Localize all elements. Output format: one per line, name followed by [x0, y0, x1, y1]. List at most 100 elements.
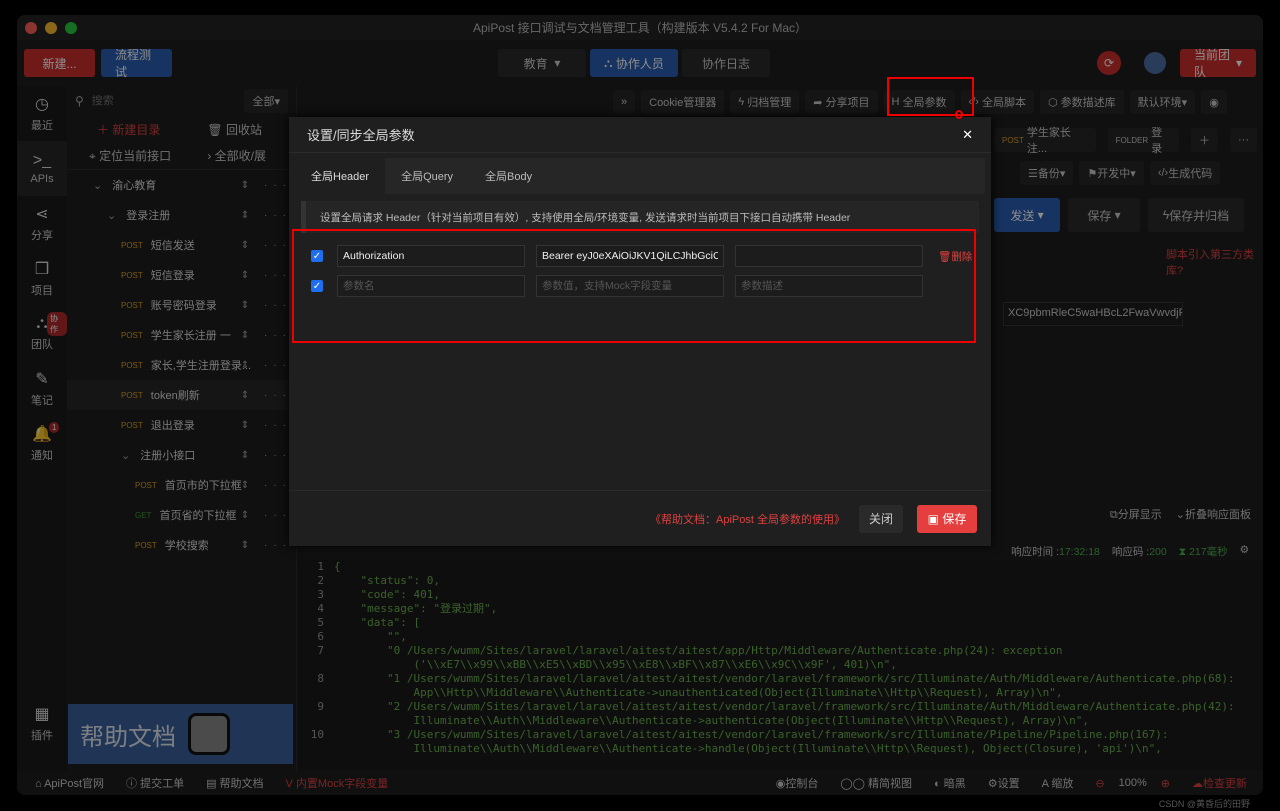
- subbar-button-4[interactable]: H 全局参数: [883, 90, 955, 114]
- help-banner[interactable]: 帮助文档: [68, 704, 293, 764]
- param-name-input[interactable]: [337, 245, 525, 267]
- delete-param-button[interactable]: 🗑删除: [938, 249, 972, 264]
- tree-api-item[interactable]: GET 首页省的下拉框 ⇕ ···: [67, 500, 296, 530]
- close-button[interactable]: 关闭: [859, 504, 903, 533]
- rail-item-bell[interactable]: 🔔 通知 1: [17, 416, 67, 471]
- tree-search-input[interactable]: [91, 95, 245, 107]
- rail-item-grid[interactable]: ▦ 插件: [17, 696, 67, 751]
- tree-api-item[interactable]: POST 账号密码登录 ⇕ ···: [67, 290, 296, 320]
- rail-item-clock[interactable]: ◷ 最近: [17, 86, 67, 141]
- collab-log-button[interactable]: 协作日志: [682, 49, 770, 77]
- param-name-input[interactable]: [337, 275, 525, 297]
- tab-request[interactable]: POST 学生家长注...: [994, 127, 1096, 155]
- project-select[interactable]: 教育 ▾: [498, 49, 586, 77]
- sort-more-icons[interactable]: ⇕ ···: [241, 540, 292, 551]
- dev-status-select[interactable]: ⚑ 开发中 ▾: [1079, 161, 1144, 185]
- fold-response-button[interactable]: ⌄折叠响应面板: [1176, 506, 1251, 522]
- simple-view-toggle[interactable]: ◯◯ 精简视图: [840, 775, 912, 791]
- subbar-button-2[interactable]: ϟ 归档管理: [730, 90, 800, 114]
- rail-item-edit[interactable]: ✎ 笔记: [17, 361, 67, 416]
- tree-api-item[interactable]: POST 退出登录 ⇕ ···: [67, 410, 296, 440]
- param-enabled-checkbox[interactable]: ✓: [311, 250, 323, 262]
- sort-more-icons[interactable]: ⇕ ···: [241, 300, 292, 311]
- param-value-input[interactable]: [536, 245, 724, 267]
- mock-link[interactable]: V 内置Mock字段变量: [286, 775, 389, 791]
- maximize-window-button[interactable]: [65, 21, 77, 34]
- script-library-link[interactable]: 脚本引入第三方类库?: [1166, 246, 1263, 278]
- avatar[interactable]: [1144, 52, 1166, 74]
- tab-global-header[interactable]: 全局Header: [295, 158, 386, 194]
- split-view-button[interactable]: ⧉分屏显示: [1110, 506, 1162, 522]
- subbar-button-1[interactable]: Cookie管理器: [641, 90, 725, 114]
- tree-folder[interactable]: ⌄ 渝心教育 ⇕ ···: [67, 170, 296, 200]
- tree-folder[interactable]: ⌄ 注册小接口 ⇕ ···: [67, 440, 296, 470]
- ticket-link[interactable]: ⓘ 提交工单: [126, 775, 184, 791]
- new-dir-button[interactable]: ＋ 新建目录: [97, 121, 160, 138]
- subbar-button-7[interactable]: 默认环境 ▾: [1129, 90, 1196, 114]
- param-desc-input[interactable]: [735, 245, 923, 267]
- collaborators-button[interactable]: ⛬ 协作人员: [590, 49, 678, 77]
- tab-global-query[interactable]: 全局Query: [385, 158, 469, 194]
- sort-more-icons[interactable]: ⇕ ···: [241, 240, 292, 251]
- close-window-button[interactable]: [25, 21, 37, 34]
- filter-select[interactable]: 全部 ▾: [244, 89, 288, 113]
- tree-api-item[interactable]: POST 学生家长注册 一 ⇕ ···: [67, 320, 296, 350]
- response-settings-icon[interactable]: ⚙: [1240, 544, 1249, 559]
- tree-api-item[interactable]: POST 短信发送 ⇕ ···: [67, 230, 296, 260]
- token-value-field[interactable]: XC9pbmRleC5waHBcL2FwaVwvdjFc: [1003, 302, 1183, 326]
- sync-icon[interactable]: ⟳: [1097, 51, 1121, 75]
- rail-item-sitemap[interactable]: ⛬ 团队 协作: [17, 306, 67, 361]
- sort-more-icons[interactable]: ⇕ ···: [241, 180, 292, 191]
- minimize-window-button[interactable]: [45, 21, 57, 34]
- website-link[interactable]: ⌂ ApiPost官网: [35, 775, 104, 791]
- zoom-out-icon[interactable]: ⊖: [1095, 777, 1104, 790]
- sort-more-icons[interactable]: ⇕ ···: [241, 510, 292, 521]
- tree-api-item[interactable]: POST 首页市的下拉框 ⇕ ···: [67, 470, 296, 500]
- sort-more-icons[interactable]: ⇕ ···: [241, 420, 292, 431]
- help-doc-link[interactable]: 《帮助文档：ApiPost 全局参数的使用》: [650, 511, 845, 527]
- sort-more-icons[interactable]: ⇕ ···: [241, 270, 292, 281]
- sort-more-icons[interactable]: ⇕ ···: [241, 450, 292, 461]
- sort-more-icons[interactable]: ⇕ ···: [241, 330, 292, 341]
- tab-folder[interactable]: FOLDER 登录: [1107, 127, 1179, 155]
- tree-folder[interactable]: ⌄ 登录注册 ⇕ ···: [67, 200, 296, 230]
- send-button[interactable]: 发送 ▾: [994, 198, 1060, 232]
- collapse-all-button[interactable]: › 全部收/展: [207, 147, 266, 164]
- new-button[interactable]: 新建...: [24, 49, 95, 77]
- locate-button[interactable]: ⌖ 定位当前接口: [89, 147, 171, 164]
- modal-save-button[interactable]: ▣ 保存: [917, 504, 977, 533]
- save-archive-button[interactable]: ϟ 保存并归档: [1148, 198, 1244, 232]
- param-enabled-checkbox[interactable]: ✓: [311, 280, 323, 292]
- tree-api-item[interactable]: POST token刷新 ⇕ ···: [67, 380, 296, 410]
- gen-code-button[interactable]: ‹/› 生成代码: [1149, 161, 1221, 185]
- tree-api-item[interactable]: POST 学校搜索 ⇕ ···: [67, 530, 296, 560]
- rail-item-share[interactable]: ⋖ 分享: [17, 196, 67, 251]
- add-tab-button[interactable]: ＋: [1191, 128, 1218, 152]
- tree-api-item[interactable]: POST 家长,学生注册登录... ⇕ ···: [67, 350, 296, 380]
- param-desc-input[interactable]: [735, 275, 923, 297]
- subbar-button-5[interactable]: ‹/› 全局脚本: [960, 90, 1034, 114]
- more-tabs-button[interactable]: ···: [1230, 128, 1257, 152]
- save-button[interactable]: 保存 ▾: [1068, 198, 1140, 232]
- check-update-button[interactable]: ☁检查更新: [1192, 775, 1247, 791]
- current-team-button[interactable]: 当前团队 ▾: [1180, 48, 1256, 79]
- sort-more-icons[interactable]: ⇕ ···: [241, 360, 292, 371]
- tab-global-body[interactable]: 全局Body: [469, 158, 548, 194]
- sort-more-icons[interactable]: ⇕ ···: [241, 210, 292, 221]
- param-value-input[interactable]: [536, 275, 724, 297]
- zoom-in-icon[interactable]: ⊕: [1161, 777, 1170, 790]
- settings-button[interactable]: ⚙设置: [988, 775, 1020, 791]
- backup-select[interactable]: ☰ 备份 ▾: [1020, 161, 1074, 185]
- dark-mode-toggle[interactable]: ◐ 暗黑: [934, 775, 966, 791]
- docs-link[interactable]: ▤ 帮助文档: [206, 775, 263, 791]
- subbar-button-0[interactable]: »: [613, 90, 636, 114]
- recycle-button[interactable]: 🗑 回收站: [207, 121, 262, 138]
- response-body-editor[interactable]: 1{2 "status": 0, 3 "code": 401, 4 "message…: [298, 560, 1263, 770]
- flow-test-button[interactable]: 流程测试: [101, 48, 172, 79]
- subbar-button-3[interactable]: ➦ 分享项目: [805, 90, 878, 114]
- console-button[interactable]: ◉控制台: [776, 775, 819, 791]
- sort-more-icons[interactable]: ⇕ ···: [241, 480, 292, 491]
- sort-more-icons[interactable]: ⇕ ···: [241, 390, 292, 401]
- subbar-button-6[interactable]: ⬡ 参数描述库: [1040, 90, 1124, 114]
- rail-item-cubes[interactable]: ❒ 项目: [17, 251, 67, 306]
